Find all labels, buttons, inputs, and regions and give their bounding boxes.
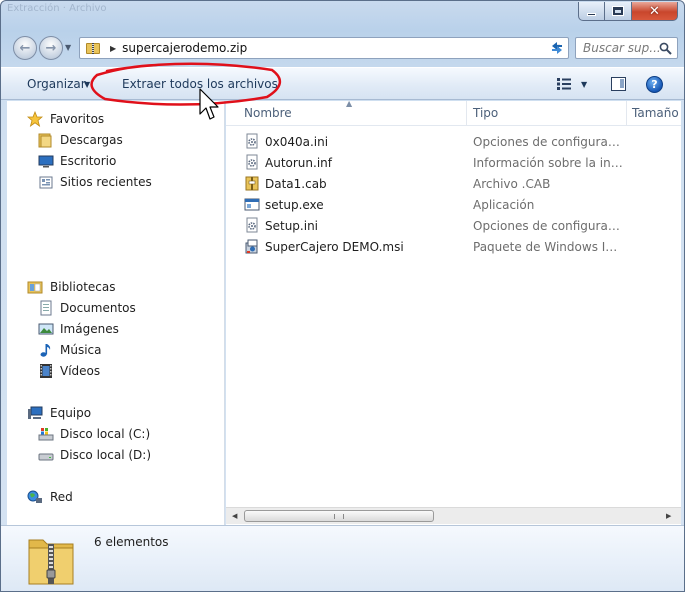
nav-item-label: Imágenes xyxy=(60,322,119,336)
file-type: Paquete de Windows Inst... xyxy=(473,240,623,254)
nav-item-label: Documentos xyxy=(60,301,136,315)
msi-file-icon xyxy=(245,239,258,254)
window-title: Extracción · Archivo xyxy=(7,3,107,14)
breadcrumb-separator-icon[interactable]: ▶ xyxy=(110,44,116,53)
nav-item-label: Disco local (C:) xyxy=(60,427,151,441)
details-pane: 6 elementos xyxy=(1,525,684,591)
horizontal-scrollbar[interactable]: ◀ ▶ xyxy=(226,507,681,524)
file-name: SuperCajero DEMO.msi xyxy=(265,240,404,254)
file-row[interactable]: Autorun.inf Información sobre la insta..… xyxy=(226,152,681,173)
refresh-button[interactable] xyxy=(545,38,569,58)
organize-button[interactable]: Organizar xyxy=(27,77,86,91)
close-icon: ✕ xyxy=(649,3,660,19)
column-header: ▲ Nombre Tipo Tamaño xyxy=(226,99,681,126)
column-name[interactable]: Nombre xyxy=(244,106,292,120)
ini-file-icon xyxy=(246,217,258,233)
close-button[interactable]: ✕ xyxy=(632,2,678,21)
nav-item-label: Música xyxy=(60,343,102,357)
file-type: Opciones de configuración xyxy=(473,219,623,233)
file-type: Opciones de configuración xyxy=(473,135,623,149)
file-row[interactable]: setup.exe Aplicación xyxy=(226,194,681,215)
address-path[interactable]: supercajerodemo.zip xyxy=(122,41,247,55)
file-row[interactable]: Data1.cab Archivo .CAB xyxy=(226,173,681,194)
libraries-icon xyxy=(27,281,43,294)
search-input[interactable]: Buscar sup... xyxy=(575,37,678,59)
file-row[interactable]: 0x040a.ini Opciones de configuración xyxy=(226,131,681,152)
back-button[interactable]: ← xyxy=(13,36,37,60)
item-count: 6 elementos xyxy=(94,535,169,549)
inf-file-icon xyxy=(246,154,258,170)
exe-file-icon xyxy=(244,198,260,211)
cab-file-icon xyxy=(245,176,259,191)
nav-item-label: Vídeos xyxy=(60,364,101,378)
command-bar: Organizar ▼ Extraer todos los archivos ▼… xyxy=(1,67,684,100)
maximize-icon xyxy=(612,6,624,16)
nav-computer-label: Equipo xyxy=(50,406,92,420)
change-view-icon[interactable] xyxy=(557,78,571,90)
nav-item-label: Sitios recientes xyxy=(60,175,152,189)
preview-pane-icon[interactable] xyxy=(611,77,626,91)
star-icon xyxy=(27,111,43,127)
recent-pages-dropdown[interactable]: ▼ xyxy=(65,43,71,52)
search-placeholder: Buscar sup... xyxy=(583,41,661,55)
explorer-window: Extracción · Archivo ✕ ← → ▼ ▶ supercaje… xyxy=(0,0,685,592)
grip-icon xyxy=(334,514,344,519)
documents-icon xyxy=(40,300,52,316)
minimize-icon xyxy=(587,12,596,16)
nav-network-label: Red xyxy=(50,490,73,504)
ini-file-icon xyxy=(246,133,258,149)
recent-places-icon xyxy=(39,176,53,189)
nav-item-label: Disco local (D:) xyxy=(60,448,152,462)
column-divider[interactable] xyxy=(466,101,467,126)
forward-button[interactable]: → xyxy=(39,36,63,60)
scrollbar-thumb[interactable] xyxy=(244,510,434,522)
scroll-right-icon[interactable]: ▶ xyxy=(666,512,671,520)
column-divider[interactable] xyxy=(626,101,627,126)
refresh-icon xyxy=(552,42,562,54)
column-type[interactable]: Tipo xyxy=(473,106,498,120)
network-icon xyxy=(27,490,42,503)
maximize-button[interactable] xyxy=(605,2,632,21)
file-name: Autorun.inf xyxy=(265,156,332,170)
nav-libraries-label: Bibliotecas xyxy=(50,280,116,294)
view-options-dropdown-icon[interactable]: ▼ xyxy=(581,80,587,89)
desktop-icon xyxy=(38,155,54,168)
window-controls: ✕ xyxy=(578,2,678,22)
system-drive-icon xyxy=(38,428,54,441)
file-name: setup.exe xyxy=(265,198,324,212)
drive-icon xyxy=(38,453,54,461)
downloads-folder-icon xyxy=(38,133,52,148)
address-bar[interactable]: ▶ supercajerodemo.zip ▼ xyxy=(79,37,569,59)
sort-ascending-icon: ▲ xyxy=(346,99,353,108)
nav-item-label: Descargas xyxy=(60,133,123,147)
file-name: Data1.cab xyxy=(265,177,327,191)
file-row[interactable]: Setup.ini Opciones de configuración xyxy=(226,215,681,236)
navigation-pane: Favoritos Descargas Escritorio Sitios re… xyxy=(7,101,225,525)
minimize-button[interactable] xyxy=(578,2,605,21)
file-row[interactable]: SuperCajero DEMO.msi Paquete de Windows … xyxy=(226,236,681,257)
arrow-left-icon: ← xyxy=(19,40,31,56)
music-icon xyxy=(40,344,51,357)
computer-icon xyxy=(28,406,43,419)
file-list-pane: ▲ Nombre Tipo Tamaño 0x040a.ini Opciones… xyxy=(226,99,681,525)
search-icon[interactable] xyxy=(659,42,672,55)
organize-dropdown-icon[interactable]: ▼ xyxy=(84,80,90,89)
file-type: Información sobre la insta... xyxy=(473,156,623,170)
videos-icon xyxy=(40,364,52,378)
pictures-icon xyxy=(38,323,54,335)
mouse-cursor-icon xyxy=(199,88,219,120)
zip-folder-icon xyxy=(28,539,74,585)
arrow-right-icon: → xyxy=(45,40,57,56)
zip-folder-icon xyxy=(86,42,100,54)
file-type: Aplicación xyxy=(473,198,535,212)
help-icon[interactable]: ? xyxy=(646,76,663,93)
column-size[interactable]: Tamaño xyxy=(632,106,679,120)
nav-favorites-label: Favoritos xyxy=(50,112,105,126)
file-name: 0x040a.ini xyxy=(265,135,329,149)
scroll-left-icon[interactable]: ◀ xyxy=(232,512,237,520)
file-type: Archivo .CAB xyxy=(473,177,551,191)
nav-item-label: Escritorio xyxy=(60,154,117,168)
file-name: Setup.ini xyxy=(265,219,319,233)
